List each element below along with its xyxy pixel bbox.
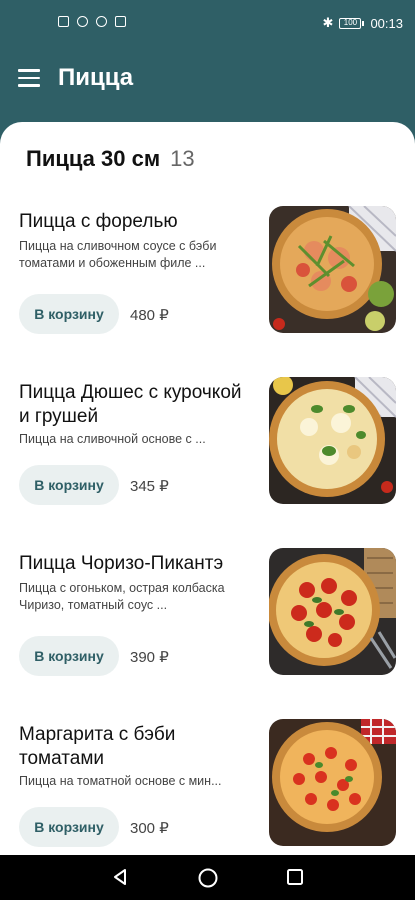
product-card[interactable]: Пицца Чоризо-Пикантэ Пицца с огоньком, о…	[0, 548, 415, 702]
home-icon[interactable]	[197, 867, 219, 889]
section-count: 13	[170, 146, 195, 171]
clock: 00:13	[370, 15, 403, 31]
recent-apps-icon[interactable]	[285, 867, 305, 887]
back-icon[interactable]	[110, 867, 130, 887]
product-name: Пицца с форелью	[19, 211, 178, 232]
status-left-icons	[58, 16, 126, 27]
mail-icon	[115, 16, 126, 27]
margherita-pizza-photo[interactable]	[269, 719, 396, 846]
trout-pizza-photo[interactable]	[269, 206, 396, 333]
section-header: Пицца 30 см 13	[26, 146, 195, 172]
usb-icon	[96, 16, 107, 27]
chicken-pear-pizza-photo[interactable]	[269, 377, 396, 504]
product-description: Пицца на томатной основе с мин...	[19, 774, 222, 788]
content-sheet: Пицца 30 см 13 Пицца с форелью Пицца на с…	[0, 122, 415, 855]
system-nav-bar	[0, 855, 415, 900]
product-card[interactable]: Пицца Дюшес с курочкой и грушей Пицца на…	[0, 377, 415, 531]
wifi-icon	[77, 16, 88, 27]
product-name: Пицца Дюшес с курочкой и грушей	[19, 382, 242, 427]
status-right: ✱ 100 00:13	[323, 15, 403, 31]
product-card[interactable]: Маргарита с бэби томатами Пицца на томат…	[0, 719, 415, 855]
product-description: Пицца на сливочной основе с ...	[19, 432, 206, 446]
battery-icon: 100	[339, 17, 365, 29]
product-card[interactable]: Пицца с форелью Пицца на сливочном соусе…	[0, 206, 415, 360]
status-bar: ✱ 100 00:13	[0, 0, 415, 44]
battery-level: 100	[339, 17, 362, 29]
sim-icon	[58, 16, 69, 27]
page-title: Пицца	[58, 64, 134, 91]
hamburger-menu-icon[interactable]	[18, 69, 40, 87]
product-price: 480 ₽	[130, 307, 169, 324]
chorizo-pizza-photo[interactable]	[269, 548, 396, 675]
add-to-cart-button[interactable]: В корзину	[19, 636, 119, 676]
product-price: 390 ₽	[130, 649, 169, 666]
add-to-cart-button[interactable]: В корзину	[19, 465, 119, 505]
product-name: Пицца Чоризо-Пикантэ	[19, 553, 224, 574]
product-price: 345 ₽	[130, 478, 169, 495]
app-bar: Пицца	[0, 44, 415, 114]
product-price: 300 ₽	[130, 820, 169, 837]
bluetooth-icon: ✱	[322, 15, 334, 30]
add-to-cart-button[interactable]: В корзину	[19, 294, 119, 334]
product-description: Пицца на сливочном соусе с бэби томатами…	[19, 239, 217, 270]
product-name: Маргарита с бэби томатами	[19, 724, 176, 769]
product-description: Пицца с огоньком, острая колбаска Чиризо…	[19, 581, 225, 612]
section-title: Пицца 30 см	[26, 146, 161, 171]
add-to-cart-button[interactable]: В корзину	[19, 807, 119, 847]
